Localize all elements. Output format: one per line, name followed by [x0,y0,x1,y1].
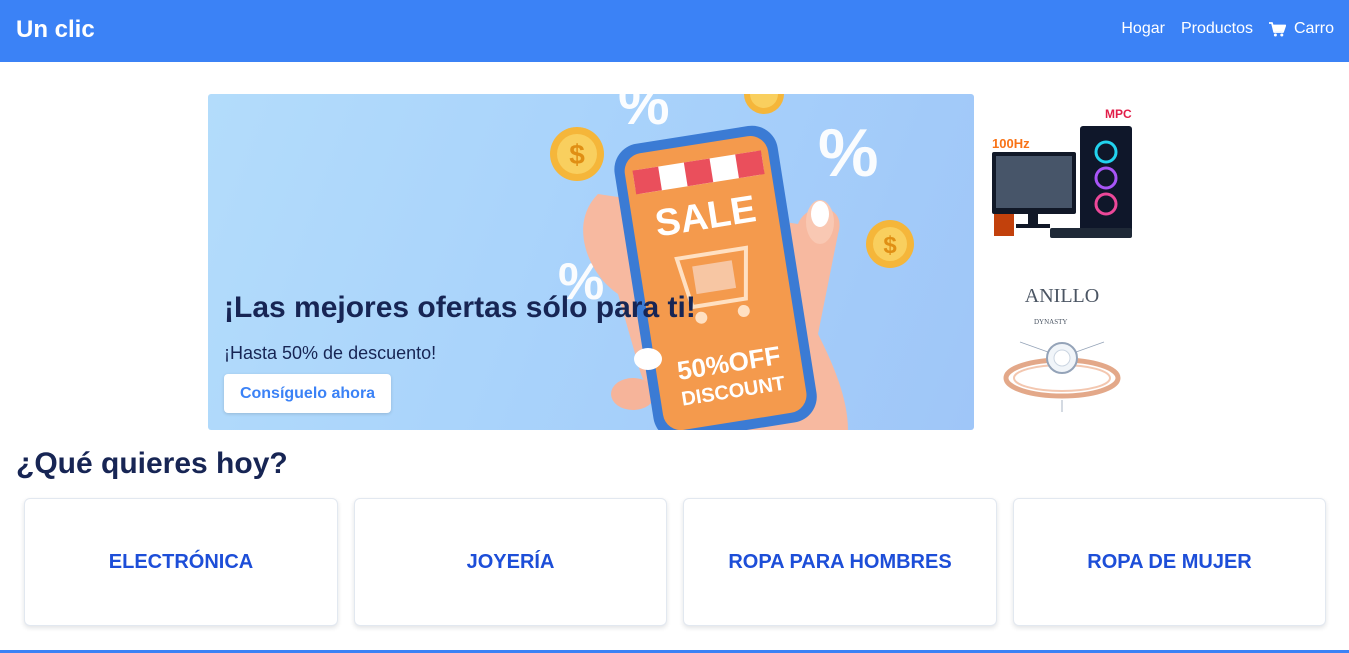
svg-text:MPC: MPC [1105,107,1132,121]
nav-link-cart-label: Carro [1293,20,1334,37]
category-label: ROPA PARA HOMBRES [728,551,952,573]
coin-icon: $ [866,220,914,268]
coin-icon: $ [550,127,604,181]
gaming-pc-image[interactable]: MPC 100Hz [990,100,1135,245]
coin-icon [744,94,784,114]
category-card-electronics[interactable]: ELECTRÓNICA [24,498,338,626]
hero-title: ¡Las mejores ofertas sólo para ti! [224,291,696,324]
svg-text:DYNASTY: DYNASTY [1034,318,1067,326]
hero-banner: % % % $ $ SALE 50%OFF DISCOUNT ¡Las mejo… [208,94,974,430]
svg-text:$: $ [883,232,897,259]
svg-text:$: $ [569,139,585,170]
section-title: ¿Qué quieres hoy? [16,447,288,480]
nav-link-home[interactable]: Hogar [1121,19,1165,39]
get-it-now-button[interactable]: Consíguelo ahora [224,374,391,413]
category-label: ROPA DE MUJER [1087,551,1252,573]
category-list: ELECTRÓNICA JOYERÍA ROPA PARA HOMBRES RO… [24,498,1326,626]
ring-image[interactable]: ANILLO DYNASTY [990,280,1135,425]
nav-link-products[interactable]: Productos [1181,19,1253,39]
brand-logo[interactable]: Un clic [16,16,95,44]
category-card-mens-clothing[interactable]: ROPA PARA HOMBRES [683,498,997,626]
category-card-jewelry[interactable]: JOYERÍA [354,498,667,626]
category-card-womens-clothing[interactable]: ROPA DE MUJER [1013,498,1326,626]
percent-icon: % [618,94,670,137]
svg-text:100Hz: 100Hz [992,136,1030,151]
percent-icon: % [818,115,878,191]
nav-links: Hogar Productos Carro [1121,19,1334,39]
category-label: JOYERÍA [466,551,555,573]
nav-link-cart[interactable]: Carro [1268,19,1334,39]
svg-text:ANILLO: ANILLO [1025,285,1099,307]
category-label: ELECTRÓNICA [108,551,254,573]
hero-subtitle: ¡Hasta 50% de descuento! [224,343,437,363]
cart-icon [1268,21,1286,37]
top-navbar: Un clic Hogar Productos Carro [0,0,1349,62]
